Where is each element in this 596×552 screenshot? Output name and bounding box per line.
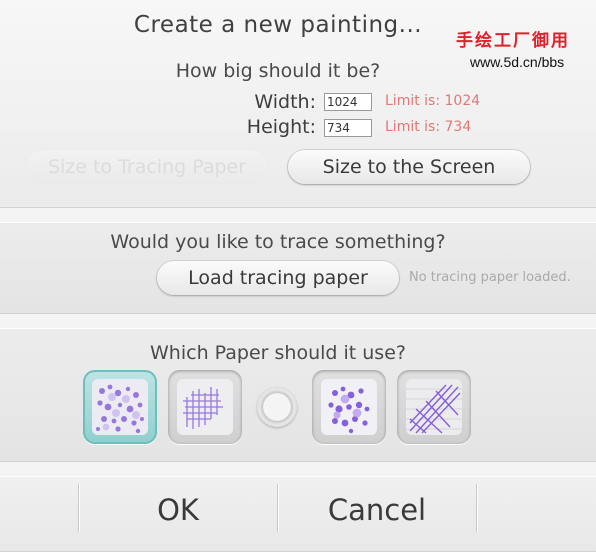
new-painting-dialog: Create a new painting... 手绘工厂御用 www.5d.c… — [0, 0, 596, 552]
width-limit: Limit is: 1024 — [385, 93, 481, 109]
paper-swatch-diagonal-crosshatch-icon — [406, 379, 462, 435]
height-field[interactable] — [324, 119, 372, 137]
paper-swatch-speckled-purple-icon — [321, 379, 377, 435]
action-divider — [476, 484, 477, 532]
size-question: How big should it be? — [175, 60, 381, 82]
tracing-question: Would you like to trace something? — [110, 231, 446, 253]
paper-swatch-speckled-icon — [92, 379, 148, 435]
tracing-status: No tracing paper loaded. — [409, 270, 571, 285]
paper-question: Which Paper should it use? — [150, 342, 406, 364]
width-label: Width: — [254, 91, 316, 113]
paper-option-4[interactable] — [397, 370, 471, 444]
paper-option-1[interactable] — [83, 370, 157, 444]
cancel-button[interactable]: Cancel — [278, 484, 476, 536]
size-to-screen-button[interactable]: Size to the Screen — [288, 150, 530, 184]
paper-option-2[interactable] — [168, 370, 242, 444]
paper-swatch-crosshatch-icon — [177, 379, 233, 435]
load-tracing-paper-button[interactable]: Load tracing paper — [157, 261, 399, 295]
width-field[interactable] — [324, 93, 372, 111]
height-label: Height: — [246, 116, 316, 138]
ok-button[interactable]: OK — [79, 484, 277, 536]
watermark-brand: 手绘工厂御用 — [456, 31, 570, 51]
paper-option-3[interactable] — [312, 370, 386, 444]
size-to-tracing-paper-button: Size to Tracing Paper — [26, 150, 268, 184]
paper-option-none[interactable] — [257, 387, 297, 427]
height-limit: Limit is: 734 — [385, 119, 472, 135]
